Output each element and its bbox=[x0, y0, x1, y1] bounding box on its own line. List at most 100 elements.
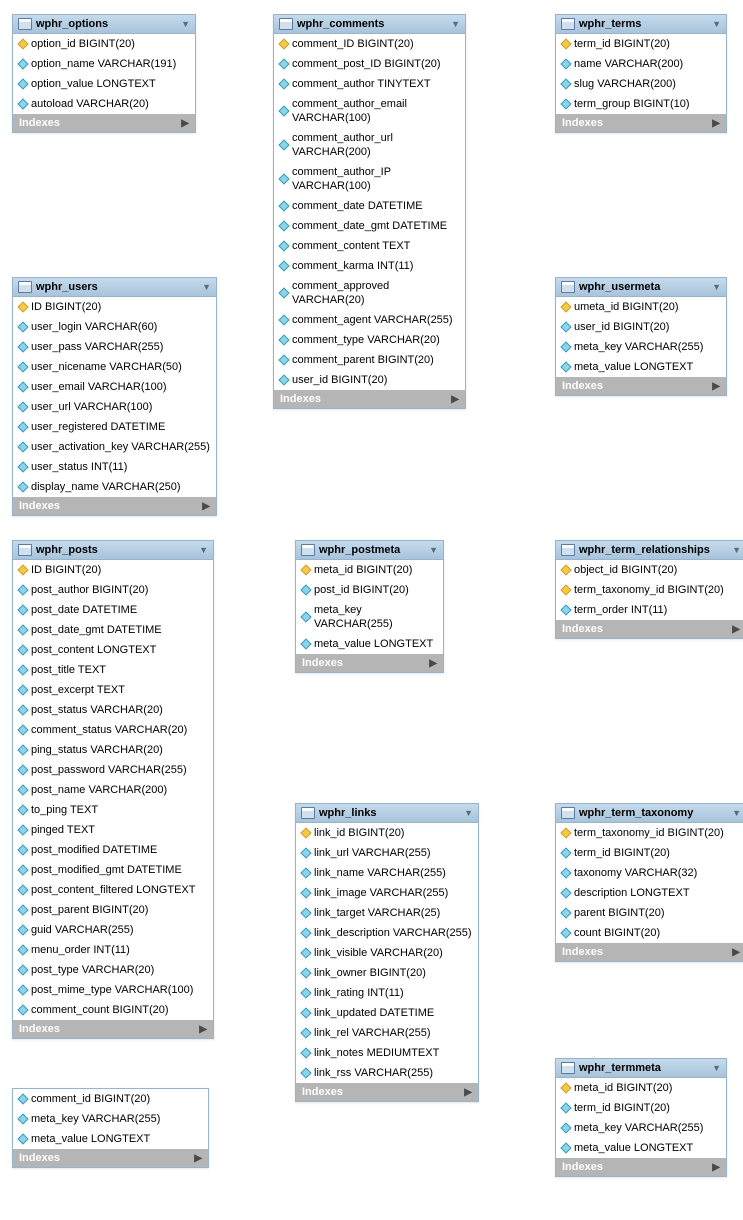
column-row[interactable]: user_registered DATETIME bbox=[13, 417, 216, 437]
column-row[interactable]: term_order INT(11) bbox=[556, 600, 743, 620]
column-row[interactable]: comment_count BIGINT(20) bbox=[13, 1000, 213, 1020]
column-row[interactable]: user_id BIGINT(20) bbox=[274, 370, 465, 390]
column-row[interactable]: link_rating INT(11) bbox=[296, 983, 478, 1003]
table-header[interactable]: wphr_postmeta▼ bbox=[296, 541, 443, 560]
column-row[interactable]: meta_value LONGTEXT bbox=[13, 1129, 208, 1149]
column-row[interactable]: user_status INT(11) bbox=[13, 457, 216, 477]
column-row[interactable]: meta_value LONGTEXT bbox=[296, 634, 443, 654]
column-row[interactable]: link_url VARCHAR(255) bbox=[296, 843, 478, 863]
table-header[interactable]: wphr_links▼ bbox=[296, 804, 478, 823]
column-row[interactable]: user_email VARCHAR(100) bbox=[13, 377, 216, 397]
column-row[interactable]: post_parent BIGINT(20) bbox=[13, 900, 213, 920]
column-row[interactable]: post_content LONGTEXT bbox=[13, 640, 213, 660]
table-header[interactable]: wphr_termmeta▼ bbox=[556, 1059, 726, 1078]
column-row[interactable]: menu_order INT(11) bbox=[13, 940, 213, 960]
column-row[interactable]: comment_agent VARCHAR(255) bbox=[274, 310, 465, 330]
indexes-header[interactable]: Indexes▶ bbox=[13, 1020, 213, 1038]
column-row[interactable]: link_updated DATETIME bbox=[296, 1003, 478, 1023]
column-row[interactable]: user_nicename VARCHAR(50) bbox=[13, 357, 216, 377]
collapse-icon[interactable]: ▼ bbox=[199, 545, 208, 555]
collapse-icon[interactable]: ▼ bbox=[712, 19, 721, 29]
column-row[interactable]: ID BIGINT(20) bbox=[13, 297, 216, 317]
column-row[interactable]: pinged TEXT bbox=[13, 820, 213, 840]
column-row[interactable]: term_taxonomy_id BIGINT(20) bbox=[556, 823, 743, 843]
column-row[interactable]: term_id BIGINT(20) bbox=[556, 843, 743, 863]
expand-icon[interactable]: ▶ bbox=[732, 624, 740, 635]
column-row[interactable]: post_name VARCHAR(200) bbox=[13, 780, 213, 800]
collapse-icon[interactable]: ▼ bbox=[712, 282, 721, 292]
column-row[interactable]: link_id BIGINT(20) bbox=[296, 823, 478, 843]
column-row[interactable]: comment_author_url VARCHAR(200) bbox=[274, 128, 465, 162]
column-row[interactable]: term_taxonomy_id BIGINT(20) bbox=[556, 580, 743, 600]
column-row[interactable]: link_image VARCHAR(255) bbox=[296, 883, 478, 903]
column-row[interactable]: ping_status VARCHAR(20) bbox=[13, 740, 213, 760]
expand-icon[interactable]: ▶ bbox=[712, 118, 720, 129]
collapse-icon[interactable]: ▼ bbox=[732, 545, 741, 555]
column-row[interactable]: post_modified DATETIME bbox=[13, 840, 213, 860]
table-header[interactable]: wphr_term_taxonomy▼ bbox=[556, 804, 743, 823]
column-row[interactable]: user_url VARCHAR(100) bbox=[13, 397, 216, 417]
column-row[interactable]: link_target VARCHAR(25) bbox=[296, 903, 478, 923]
indexes-header[interactable]: Indexes▶ bbox=[296, 654, 443, 672]
column-row[interactable]: comment_content TEXT bbox=[274, 236, 465, 256]
column-row[interactable]: description LONGTEXT bbox=[556, 883, 743, 903]
indexes-header[interactable]: Indexes▶ bbox=[556, 620, 743, 638]
column-row[interactable]: umeta_id BIGINT(20) bbox=[556, 297, 726, 317]
column-row[interactable]: taxonomy VARCHAR(32) bbox=[556, 863, 743, 883]
collapse-icon[interactable]: ▼ bbox=[181, 19, 190, 29]
column-row[interactable]: post_title TEXT bbox=[13, 660, 213, 680]
expand-icon[interactable]: ▶ bbox=[181, 118, 189, 129]
indexes-header[interactable]: Indexes▶ bbox=[556, 114, 726, 132]
column-row[interactable]: comment_karma INT(11) bbox=[274, 256, 465, 276]
column-row[interactable]: user_pass VARCHAR(255) bbox=[13, 337, 216, 357]
table-header[interactable]: wphr_usermeta▼ bbox=[556, 278, 726, 297]
column-row[interactable]: count BIGINT(20) bbox=[556, 923, 743, 943]
column-row[interactable]: meta_key VARCHAR(255) bbox=[13, 1109, 208, 1129]
column-row[interactable]: display_name VARCHAR(250) bbox=[13, 477, 216, 497]
table-header[interactable]: wphr_term_relationships▼ bbox=[556, 541, 743, 560]
expand-icon[interactable]: ▶ bbox=[464, 1087, 472, 1098]
expand-icon[interactable]: ▶ bbox=[199, 1024, 207, 1035]
column-row[interactable]: post_id BIGINT(20) bbox=[296, 580, 443, 600]
column-row[interactable]: option_name VARCHAR(191) bbox=[13, 54, 195, 74]
expand-icon[interactable]: ▶ bbox=[451, 394, 459, 405]
collapse-icon[interactable]: ▼ bbox=[732, 808, 741, 818]
column-row[interactable]: meta_key VARCHAR(255) bbox=[556, 337, 726, 357]
column-row[interactable]: comment_date_gmt DATETIME bbox=[274, 216, 465, 236]
column-row[interactable]: user_activation_key VARCHAR(255) bbox=[13, 437, 216, 457]
column-row[interactable]: option_id BIGINT(20) bbox=[13, 34, 195, 54]
column-row[interactable]: link_visible VARCHAR(20) bbox=[296, 943, 478, 963]
indexes-header[interactable]: Indexes▶ bbox=[13, 114, 195, 132]
column-row[interactable]: option_value LONGTEXT bbox=[13, 74, 195, 94]
column-row[interactable]: post_modified_gmt DATETIME bbox=[13, 860, 213, 880]
expand-icon[interactable]: ▶ bbox=[202, 501, 210, 512]
column-row[interactable]: comment_author_email VARCHAR(100) bbox=[274, 94, 465, 128]
column-row[interactable]: comment_status VARCHAR(20) bbox=[13, 720, 213, 740]
column-row[interactable]: meta_value LONGTEXT bbox=[556, 1138, 726, 1158]
column-row[interactable]: link_notes MEDIUMTEXT bbox=[296, 1043, 478, 1063]
column-row[interactable]: link_owner BIGINT(20) bbox=[296, 963, 478, 983]
column-row[interactable]: autoload VARCHAR(20) bbox=[13, 94, 195, 114]
table-header[interactable]: wphr_options▼ bbox=[13, 15, 195, 34]
column-row[interactable]: name VARCHAR(200) bbox=[556, 54, 726, 74]
column-row[interactable]: slug VARCHAR(200) bbox=[556, 74, 726, 94]
column-row[interactable]: link_rss VARCHAR(255) bbox=[296, 1063, 478, 1083]
column-row[interactable]: post_password VARCHAR(255) bbox=[13, 760, 213, 780]
column-row[interactable]: meta_id BIGINT(20) bbox=[556, 1078, 726, 1098]
column-row[interactable]: post_date_gmt DATETIME bbox=[13, 620, 213, 640]
column-row[interactable]: comment_id BIGINT(20) bbox=[13, 1089, 208, 1109]
column-row[interactable]: link_name VARCHAR(255) bbox=[296, 863, 478, 883]
column-row[interactable]: post_excerpt TEXT bbox=[13, 680, 213, 700]
collapse-icon[interactable]: ▼ bbox=[451, 19, 460, 29]
column-row[interactable]: meta_key VARCHAR(255) bbox=[296, 600, 443, 634]
table-header[interactable]: wphr_comments▼ bbox=[274, 15, 465, 34]
column-row[interactable]: comment_ID BIGINT(20) bbox=[274, 34, 465, 54]
column-row[interactable]: link_rel VARCHAR(255) bbox=[296, 1023, 478, 1043]
column-row[interactable]: to_ping TEXT bbox=[13, 800, 213, 820]
indexes-header[interactable]: Indexes▶ bbox=[274, 390, 465, 408]
column-row[interactable]: comment_author TINYTEXT bbox=[274, 74, 465, 94]
indexes-header[interactable]: Indexes▶ bbox=[556, 943, 743, 961]
column-row[interactable]: comment_author_IP VARCHAR(100) bbox=[274, 162, 465, 196]
expand-icon[interactable]: ▶ bbox=[712, 381, 720, 392]
table-header[interactable]: wphr_users▼ bbox=[13, 278, 216, 297]
